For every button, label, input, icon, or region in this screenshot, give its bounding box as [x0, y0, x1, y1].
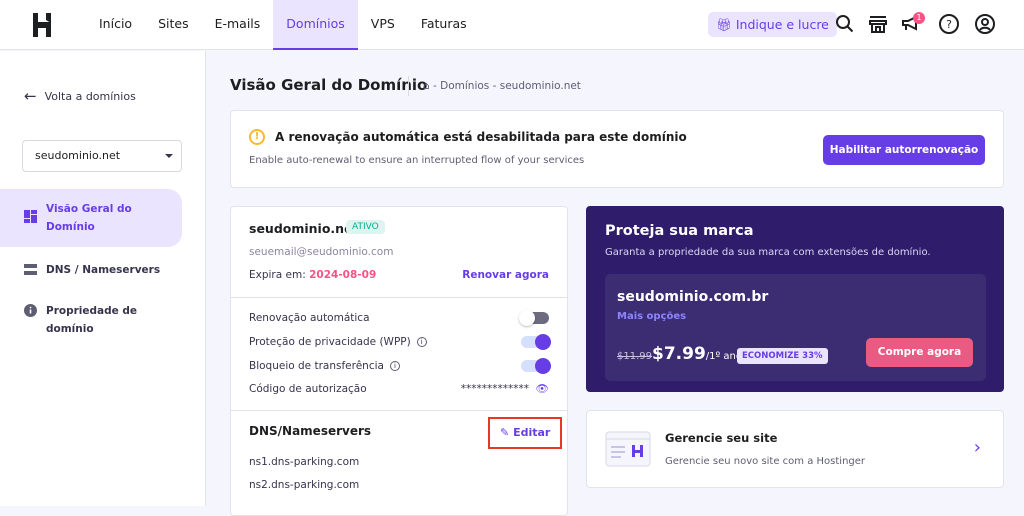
transfer-lock-toggle[interactable]: [521, 358, 551, 374]
enable-autorenew-button[interactable]: Habilitar autorrenovação: [823, 135, 985, 165]
info-icon[interactable]: i: [389, 361, 400, 371]
referral-button[interactable]: 🎁︎ Indique e lucre: [708, 12, 837, 37]
page-title: Visão Geral do Domínio: [230, 76, 428, 94]
nameserver-2: ns2.dns-parking.com: [249, 479, 360, 491]
privacy-toggle[interactable]: [521, 334, 551, 350]
account-icon[interactable]: [974, 13, 996, 35]
eye-icon[interactable]: 👁︎: [536, 382, 549, 395]
offer-domain: seudominio.com.br: [617, 289, 769, 305]
nav-sites[interactable]: Sites: [145, 0, 202, 50]
edit-dns-button[interactable]: ✎ Editar: [488, 417, 562, 449]
divider: [231, 410, 567, 411]
search-icon[interactable]: [834, 13, 856, 35]
nav-inicio[interactable]: Início: [86, 0, 145, 50]
sidebar-item-ownership[interactable]: Propriedade de domínio: [0, 302, 150, 338]
setting-transfer-lock: Bloqueio de transferência i: [249, 358, 551, 374]
store-icon[interactable]: [867, 13, 889, 35]
sidebar-item-overview[interactable]: Visão Geral do Domínio: [0, 189, 182, 247]
nameserver-1: ns1.dns-parking.com: [249, 456, 360, 468]
promo-title: Proteja sua marca: [605, 223, 754, 239]
hostinger-logo[interactable]: [32, 13, 52, 37]
info-icon: [24, 304, 37, 317]
help-icon[interactable]: ?: [938, 13, 960, 35]
gift-icon: 🎁︎: [716, 17, 736, 32]
setting-auto-renew: Renovação automática: [249, 310, 549, 326]
auth-code: *************: [460, 383, 529, 395]
home-icon[interactable]: ⌂: [423, 80, 430, 92]
warning-icon: !: [249, 129, 265, 145]
dashboard-icon: [24, 210, 37, 223]
manage-title: Gerencie seu site: [665, 431, 778, 445]
nav-vps[interactable]: VPS: [358, 0, 408, 50]
notification-badge: 1: [913, 12, 925, 24]
domain-email: seuemail@seudominio.com: [249, 246, 394, 258]
dns-icon: [24, 264, 37, 275]
manage-subtitle: Gerencie seu novo site com a Hostinger: [665, 456, 866, 467]
main-nav: Início Sites E-mails Domínios VPS Fatura…: [86, 0, 480, 50]
info-icon[interactable]: i: [416, 337, 427, 347]
renew-now-link[interactable]: Renovar agora: [462, 269, 549, 281]
status-badge: ATIVO: [346, 220, 385, 234]
auto-renew-alert: ! A renovação automática está desabilita…: [230, 110, 1004, 188]
website-illustration-icon: [605, 431, 651, 467]
setting-privacy: Proteção de privacidade (WPP) i: [249, 334, 551, 350]
divider: [231, 297, 567, 298]
manage-site-card[interactable]: Gerencie seu site Gerencie seu novo site…: [586, 410, 1004, 488]
pencil-icon: ✎: [500, 426, 510, 439]
sidebar-item-dns[interactable]: DNS / Nameservers: [0, 261, 182, 279]
nav-emails[interactable]: E-mails: [202, 0, 274, 50]
nav-faturas[interactable]: Faturas: [408, 0, 480, 50]
svg-text:?: ?: [946, 18, 952, 31]
arrow-left-icon: ←: [24, 87, 37, 105]
nav-dominios[interactable]: Domínios: [273, 0, 358, 50]
sidebar: ← Volta a domínios seudominio.net Visão G…: [0, 51, 206, 506]
auto-renew-toggle[interactable]: [519, 310, 549, 326]
domain-details-card: seudominio.net ATIVO seuemail@seudominio…: [230, 206, 568, 516]
alert-title: A renovação automática está desabilitada…: [275, 130, 687, 144]
price: $11.99$7.99/1º ano: [617, 344, 742, 364]
more-options-link[interactable]: Mais opções: [617, 311, 686, 322]
chevron-right-icon[interactable]: ›: [974, 437, 981, 458]
top-header: Início Sites E-mails Domínios VPS Fatura…: [0, 0, 1024, 50]
domain-offer: seudominio.com.br Mais opções $11.99$7.9…: [605, 274, 986, 381]
dns-title: DNS/Nameservers: [249, 424, 372, 438]
discount-badge: ECONOMIZE 33%: [737, 348, 828, 364]
brand-protection-card: Proteja sua marca Garanta a propriedade …: [586, 206, 1004, 392]
expiry: Expira em: 2024-08-09: [249, 269, 377, 281]
back-to-domains-link[interactable]: ← Volta a domínios: [24, 87, 136, 105]
buy-now-button[interactable]: Compre agora: [866, 338, 973, 367]
domain-name: seudominio.net: [249, 221, 359, 236]
breadcrumb: ⌂ - Domínios - seudominio.net: [408, 76, 581, 96]
expiry-date: 2024-08-09: [309, 269, 377, 281]
alert-subtitle: Enable auto-renewal to ensure an interru…: [249, 155, 585, 166]
promo-subtitle: Garanta a propriedade da sua marca com e…: [605, 247, 931, 258]
domain-select[interactable]: seudominio.net: [22, 140, 182, 172]
auth-code-row: Código de autorização ************* 👁︎: [249, 383, 549, 395]
